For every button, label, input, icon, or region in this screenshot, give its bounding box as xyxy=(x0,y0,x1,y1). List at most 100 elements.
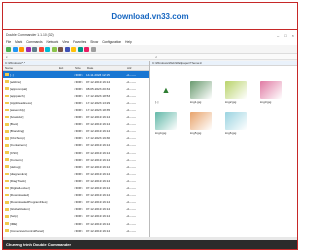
folder-icon xyxy=(5,186,9,190)
thumbnail-item[interactable]: img4.jpg xyxy=(155,112,179,135)
thumbnail-caption: [..] xyxy=(155,100,159,104)
file-row[interactable]: [addins] <DIR> 07.12.2019 16:14 -d------- xyxy=(3,78,149,85)
drive-bar: c c xyxy=(3,54,297,60)
file-date: 07.12.2019 16:14 xyxy=(86,228,111,233)
toolbar-button-icon[interactable] xyxy=(58,46,63,52)
file-attr: -d------- xyxy=(126,228,136,233)
toolbar-button-icon[interactable] xyxy=(84,46,89,52)
toolbar-button-icon[interactable] xyxy=(6,46,11,52)
menu-item[interactable]: Favorites xyxy=(73,40,86,44)
right-path-bar[interactable]: C:\Windows\Web\Wallpaper\Theme1\ xyxy=(150,61,297,66)
watermark-text: Download.vn33.com xyxy=(111,11,189,21)
folder-icon xyxy=(5,151,9,154)
toolbar-button-icon[interactable] xyxy=(77,46,83,52)
image-thumbnail xyxy=(190,81,212,99)
thumbnail-item[interactable]: img3.jpg xyxy=(260,81,284,104)
close-icon[interactable]: × xyxy=(292,33,294,38)
left-drive-label[interactable]: c xyxy=(6,55,8,59)
toolbar-button-icon[interactable] xyxy=(71,46,76,52)
file-attr: -d------- xyxy=(126,86,136,91)
file-row[interactable]: [assembly] <DIR> 17.12.2023 18:35 -d------- xyxy=(3,106,149,113)
file-row[interactable]: [DiagTrack] <DIR> 07.12.2019 16:14 -d------… xyxy=(3,177,149,184)
column-ext[interactable]: Ext xyxy=(57,66,73,70)
file-date: 07.12.2019 16:14 xyxy=(86,178,111,183)
file-size: <DIR> xyxy=(74,150,83,155)
toolbar-button-icon[interactable] xyxy=(51,46,57,52)
thumbnail-item[interactable]: img6.jpg xyxy=(225,112,249,135)
file-row[interactable]: [DownloadedProgramFiles] <DIR> 07.12.2019 … xyxy=(3,199,149,206)
file-date: 07.12.2019 16:14 xyxy=(86,122,111,127)
thumbnail-item[interactable]: ▲ [..] xyxy=(155,81,179,104)
menu-item[interactable]: Network xyxy=(47,40,59,44)
column-attr[interactable]: Attr xyxy=(125,66,145,70)
file-name: [diagnostics] xyxy=(10,171,28,176)
file-row[interactable]: [Containers] <DIR> 07.12.2019 16:14 -d-----… xyxy=(3,142,149,149)
thumbnail-caption: img3.jpg xyxy=(260,100,272,104)
file-row[interactable]: [Globalization] <DIR> 07.12.2019 16:14 -d--… xyxy=(3,206,149,213)
right-drive-label[interactable]: c xyxy=(156,55,158,59)
file-row[interactable]: [IME] <DIR> 07.12.2019 16:14 -d------- xyxy=(3,220,149,227)
title-bar: Double Commander 1.1.10 (32) – □ × xyxy=(3,31,297,39)
file-attr: -d------- xyxy=(126,193,136,198)
column-name[interactable]: Name xyxy=(3,66,57,70)
menu-item[interactable]: Mark xyxy=(15,40,22,44)
file-date: 14.11.2023 12:15 xyxy=(86,72,110,77)
file-size: <DIR> xyxy=(74,72,83,77)
file-row[interactable]: [Branding] <DIR> 07.12.2019 16:14 -d------- xyxy=(3,128,149,135)
toolbar-button-icon[interactable] xyxy=(45,46,50,52)
file-row[interactable]: [AppReadiness] <DIR> 17.12.2023 13:29 -d---… xyxy=(3,99,149,106)
thumbnail-caption: img6.jpg xyxy=(225,131,237,135)
toolbar-button-icon[interactable] xyxy=(38,46,44,52)
file-row[interactable]: [help] <DIR> 07.12.2019 16:14 -d------- xyxy=(3,213,149,220)
toolbar-button-icon[interactable] xyxy=(64,46,70,52)
menu-item[interactable]: Show xyxy=(90,40,98,44)
file-row[interactable]: [Downloaded] <DIR> 07.12.2019 16:14 -d-----… xyxy=(3,192,149,199)
file-size: <DIR> xyxy=(74,115,83,120)
thumbnail-item[interactable]: img5.jpg xyxy=(190,112,214,135)
minimize-icon[interactable]: – xyxy=(277,33,279,38)
toolbar-button-icon[interactable] xyxy=(19,46,24,52)
file-name: [ImmersiveControlPanel] xyxy=(10,228,44,233)
column-size[interactable]: Size xyxy=(73,66,85,70)
function-key-bar: Chương trình Double Commander xyxy=(3,240,297,249)
menu-item[interactable]: View xyxy=(62,40,69,44)
toolbar-button-icon[interactable] xyxy=(32,46,37,52)
folder-icon xyxy=(5,108,9,112)
file-row[interactable]: [Boot] <DIR> 07.12.2019 16:14 -d------- xyxy=(3,121,149,128)
column-date[interactable]: Date xyxy=(85,66,125,70)
folder-icon xyxy=(5,172,9,176)
file-row[interactable]: [CSC] <DIR> 07.12.2019 16:14 -d------- xyxy=(3,149,149,156)
file-row[interactable]: [diagnostics] <DIR> 07.12.2019 16:14 -d----… xyxy=(3,170,149,177)
file-size: <DIR> xyxy=(74,143,83,148)
thumbnail-item[interactable]: img2.jpg xyxy=(225,81,249,104)
file-row[interactable]: [bcastdvr] <DIR> 07.12.2019 16:14 -d------- xyxy=(3,114,149,121)
file-date: 07.12.2019 16:14 xyxy=(86,186,111,191)
file-row[interactable]: [DigitalLocker] <DIR> 07.12.2019 16:14 -d--… xyxy=(3,185,149,192)
file-row[interactable]: [Cursors] <DIR> 07.12.2019 16:14 -d------- xyxy=(3,156,149,163)
thumbnail-caption: img5.jpg xyxy=(190,131,202,135)
file-row[interactable]: [CbsTemp] <DIR> 17.12.2023 19:30 -d------- xyxy=(3,135,149,142)
folder-icon xyxy=(5,215,9,218)
menu-item[interactable]: Configuration xyxy=(102,40,121,44)
file-row[interactable]: [..] <DIR> 14.11.2023 12:15 -d------- xyxy=(3,71,149,79)
file-size: <DIR> xyxy=(74,79,83,84)
thumbnail-item[interactable]: img1.jpg xyxy=(190,81,214,104)
file-row[interactable]: [appcompat] <DIR> 08.05.2023 20:34 -d------… xyxy=(3,85,149,92)
file-name: [Downloaded] xyxy=(10,193,29,198)
file-row[interactable]: [debug] <DIR> 07.12.2019 16:14 -d------- xyxy=(3,163,149,170)
toolbar-button-icon[interactable] xyxy=(12,46,18,52)
thumbnail-caption: img2.jpg xyxy=(225,100,237,104)
folder-icon xyxy=(5,193,9,197)
menu-item[interactable]: File xyxy=(6,40,11,44)
folder-icon xyxy=(5,208,9,211)
maximize-icon[interactable]: □ xyxy=(284,33,286,38)
menu-item[interactable]: Help xyxy=(125,40,132,44)
file-date: 07.12.2019 16:14 xyxy=(86,129,111,134)
file-date: 07.12.2019 16:14 xyxy=(86,157,111,162)
folder-icon xyxy=(5,158,9,161)
menu-item[interactable]: Commands xyxy=(26,40,42,44)
toolbar-button-icon[interactable] xyxy=(25,46,31,52)
file-row[interactable]: [apppatch] <DIR> 17.12.2023 18:53 -d------- xyxy=(3,92,149,99)
file-row[interactable]: [ImmersiveControlPanel] <DIR> 07.12.2019 1… xyxy=(3,227,149,234)
toolbar-button-icon[interactable] xyxy=(90,46,96,52)
